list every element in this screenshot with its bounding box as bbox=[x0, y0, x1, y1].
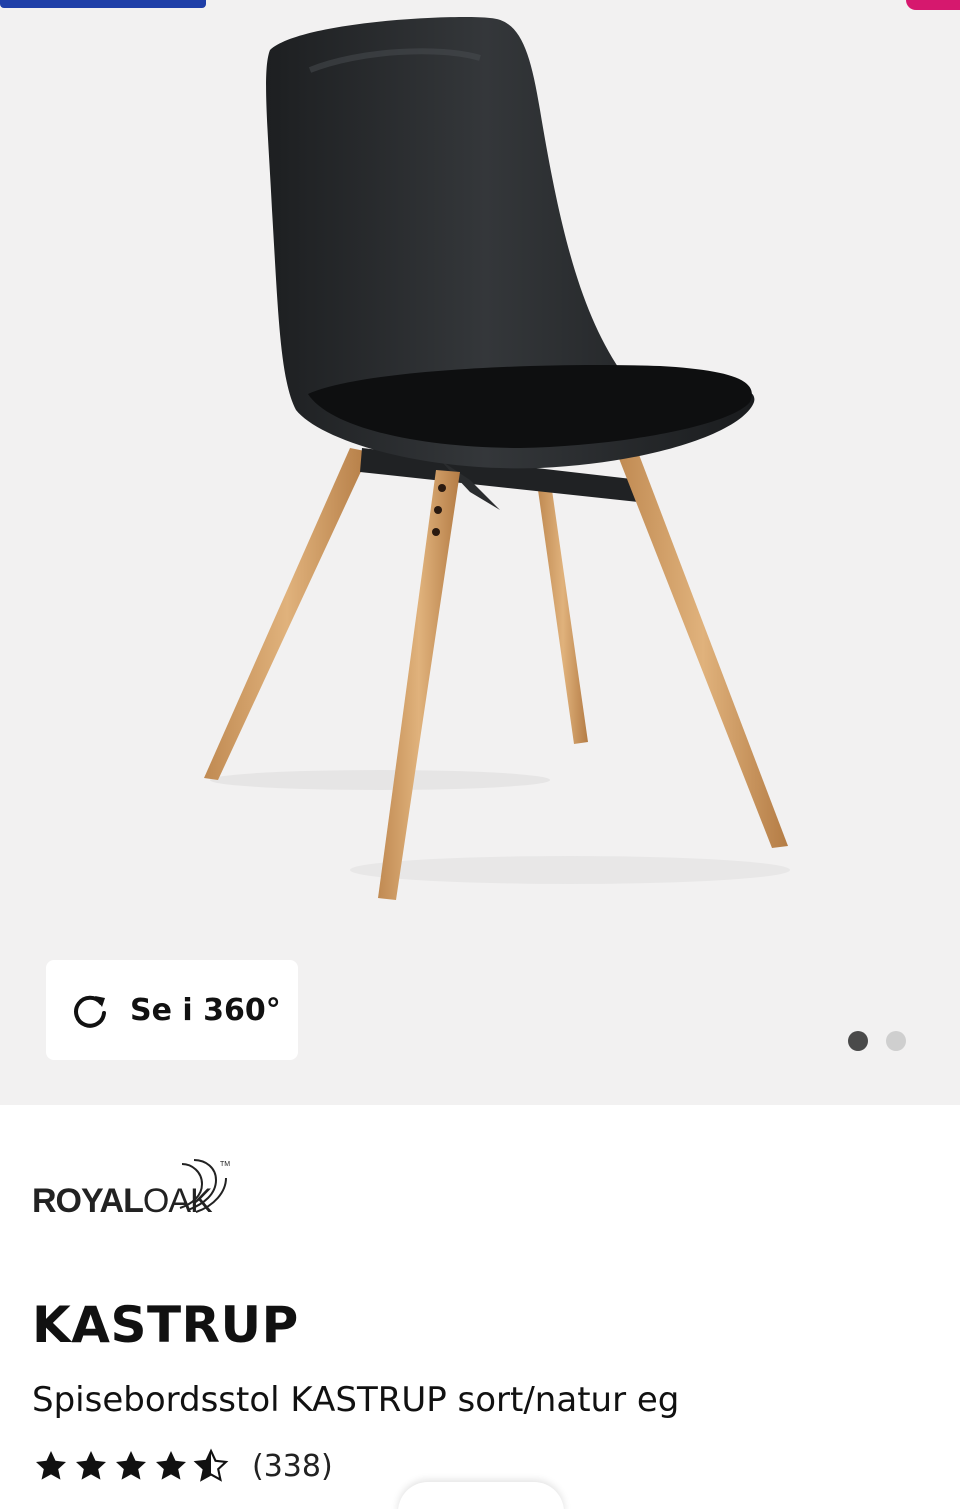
pagination-dot-2[interactable] bbox=[886, 1031, 906, 1051]
brand-swoosh-icon: TM bbox=[179, 1159, 230, 1213]
view-360-button[interactable]: Se i 360° bbox=[46, 960, 298, 1060]
star-half-icon bbox=[193, 1448, 229, 1482]
star-full-icon bbox=[156, 1451, 186, 1480]
product-image-chair bbox=[204, 17, 790, 900]
svg-text:TM: TM bbox=[220, 1161, 230, 1168]
gallery-pagination bbox=[848, 1031, 906, 1051]
product-subtitle: Spisebordsstol KASTRUP sort/natur eg bbox=[32, 1380, 680, 1420]
star-full-icon bbox=[116, 1451, 146, 1480]
top-blue-bar[interactable] bbox=[0, 0, 206, 8]
floating-pill-button[interactable] bbox=[398, 1482, 564, 1509]
product-title: KASTRUP bbox=[32, 1296, 299, 1354]
pagination-dot-1[interactable] bbox=[848, 1031, 868, 1051]
review-count[interactable]: (338) bbox=[252, 1449, 333, 1484]
rotate-icon bbox=[70, 990, 110, 1030]
star-full-icon bbox=[76, 1451, 106, 1480]
product-rating[interactable]: (338) bbox=[32, 1448, 333, 1484]
star-full-icon bbox=[36, 1451, 66, 1480]
view-360-label: Se i 360° bbox=[130, 992, 281, 1028]
product-gallery[interactable]: Se i 360° bbox=[0, 0, 960, 1105]
brand-logo[interactable]: ROYALOAK TM bbox=[32, 1156, 242, 1220]
top-pink-badge[interactable] bbox=[906, 0, 960, 10]
